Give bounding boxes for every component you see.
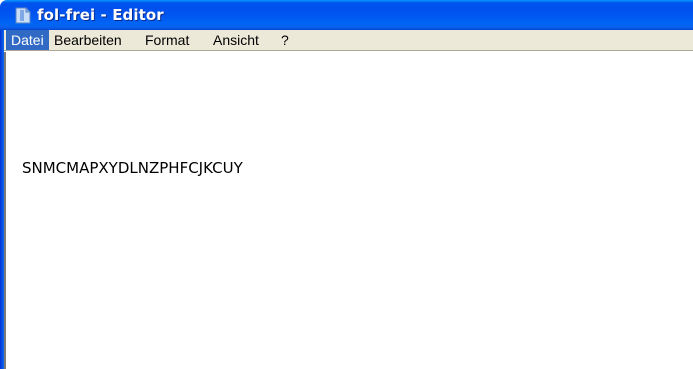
window-title: fol-frei - Editor: [37, 6, 164, 24]
menu-datei[interactable]: Datei: [6, 30, 49, 50]
menu-help[interactable]: ?: [276, 30, 294, 50]
menu-bar: Datei Bearbeiten Format Ansicht ?: [4, 30, 693, 50]
text-line: SNMCMAPXYDLNZPHFCJKCUY: [22, 159, 243, 177]
window-frame-left: [0, 30, 4, 369]
notepad-icon: [15, 6, 31, 24]
menu-ansicht[interactable]: Ansicht: [208, 30, 264, 50]
notepad-window: fol-frei - Editor Datei Bearbeiten Forma…: [0, 0, 693, 369]
text-edit-area[interactable]: SNMCMAPXYDLNZPHFCJKCUY: [4, 52, 693, 369]
menu-format[interactable]: Format: [140, 30, 194, 50]
title-bar[interactable]: fol-frei - Editor: [0, 0, 693, 30]
menu-bearbeiten[interactable]: Bearbeiten: [49, 30, 127, 50]
